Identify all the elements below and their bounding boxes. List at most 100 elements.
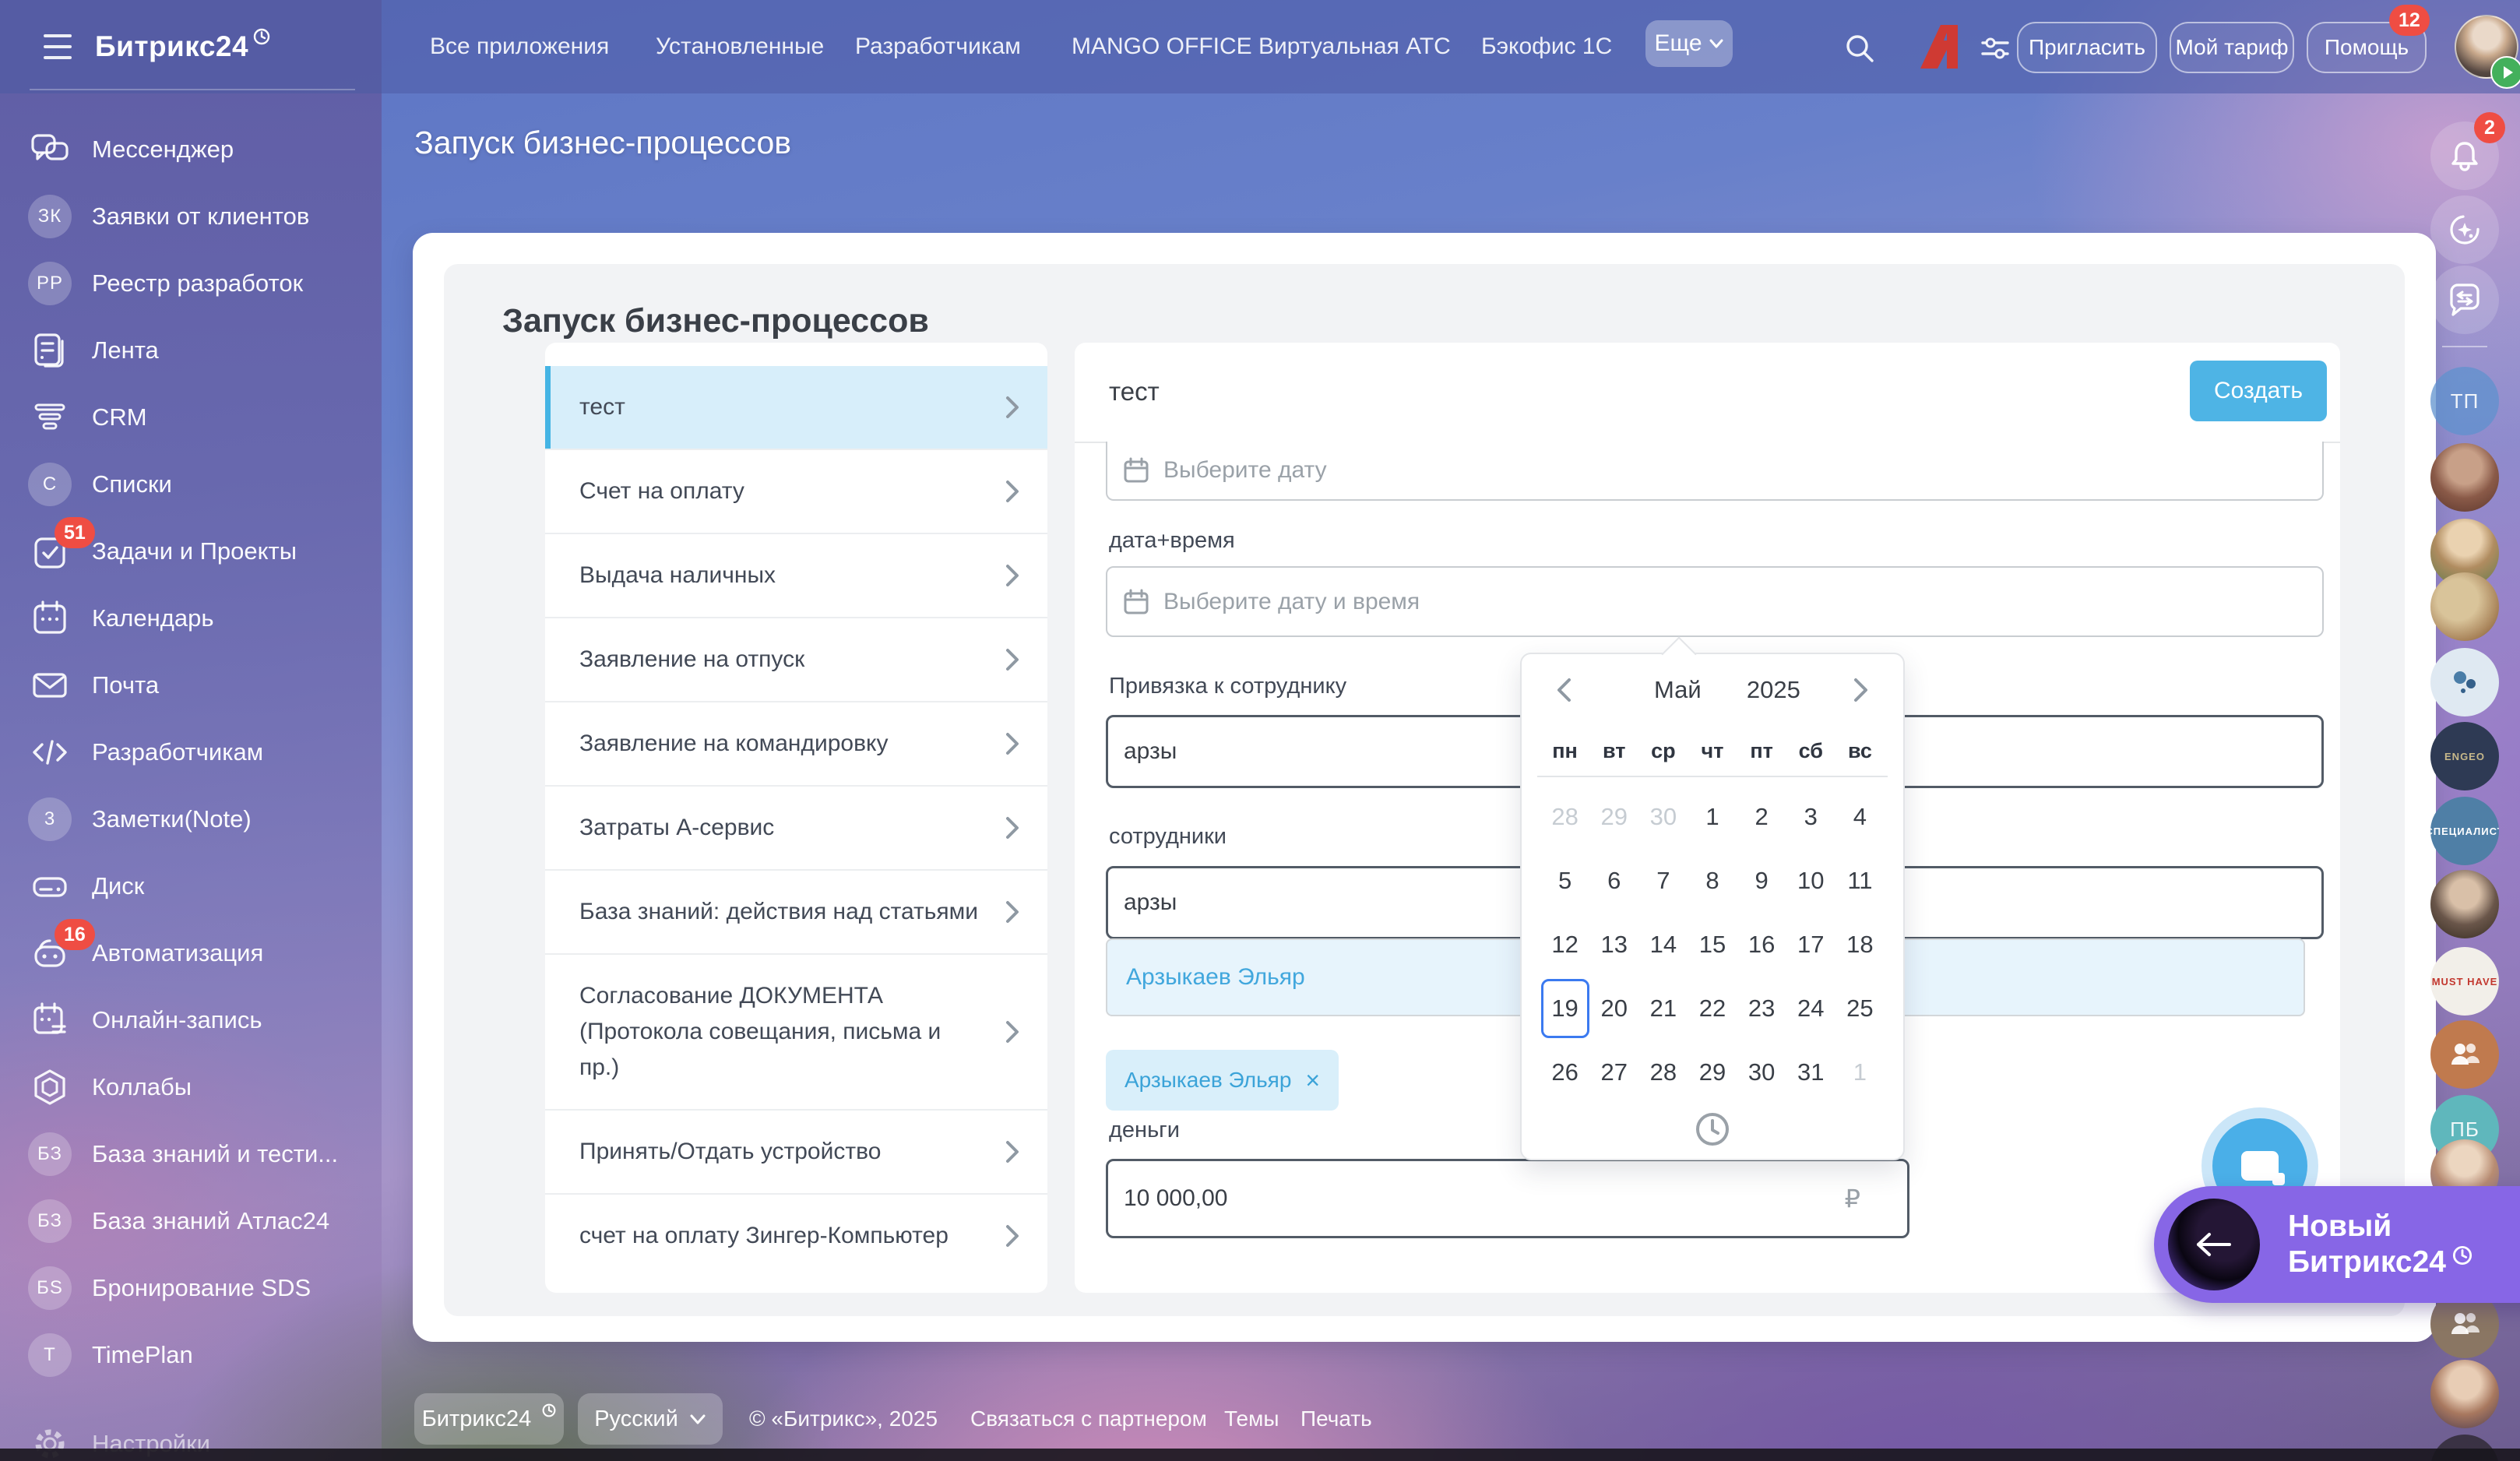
chat-avatar-person[interactable] — [2430, 1360, 2499, 1428]
copilot-button[interactable] — [2430, 195, 2499, 264]
market-a-logo[interactable] — [1909, 17, 1969, 76]
process-item-singer-invoice[interactable]: счет на оплату Зингер-Компьютер — [545, 1193, 1047, 1277]
day-cell[interactable]: 14 — [1638, 913, 1688, 977]
day-cell[interactable]: 3 — [1786, 785, 1835, 849]
bitrix24-logo[interactable]: Битрикс24 — [95, 0, 270, 93]
footer-brand-button[interactable]: Битрикс24 — [414, 1393, 564, 1445]
day-cell[interactable]: 20 — [1589, 977, 1638, 1040]
chat-avatar-person[interactable] — [2430, 443, 2499, 512]
calendar-year[interactable]: 2025 — [1702, 676, 1846, 704]
sidebar-item-kb-testing[interactable]: БЗ База знаний и тести... — [28, 1129, 371, 1179]
datetime-field[interactable]: Выберите дату и время — [1106, 566, 2324, 637]
create-button[interactable]: Создать — [2190, 361, 2327, 421]
day-cell[interactable]: 17 — [1786, 913, 1835, 977]
sidebar-item-lists[interactable]: С Списки — [28, 459, 371, 509]
day-cell[interactable]: 7 — [1638, 849, 1688, 913]
process-item-doc-approval[interactable]: Согласование ДОКУМЕНТА (Протокола совеща… — [545, 953, 1047, 1109]
day-cell[interactable]: 31 — [1786, 1040, 1835, 1104]
day-cell[interactable]: 26 — [1540, 1040, 1589, 1104]
tab-installed[interactable]: Установленные — [656, 0, 824, 93]
sidebar-item-kb-atlas24[interactable]: БЗ База знаний Атлас24 — [28, 1196, 371, 1246]
chat-avatar-molecule-logo[interactable] — [2430, 648, 2499, 716]
sidebar-item-notes[interactable]: 3 Заметки(Note) — [28, 794, 371, 844]
day-cell[interactable]: 30 — [1737, 1040, 1786, 1104]
tab-developers[interactable]: Разработчикам — [855, 0, 1021, 93]
day-cell-selected[interactable]: 19 — [1540, 977, 1589, 1040]
process-item-trip[interactable]: Заявление на командировку — [545, 701, 1047, 785]
menu-toggle-button[interactable] — [44, 34, 72, 59]
sidebar-item-calendar[interactable]: Календарь — [28, 593, 371, 643]
sidebar-item-client-requests[interactable]: ЗК Заявки от клиентов — [28, 192, 371, 241]
sidebar-item-tasks[interactable]: 51 Задачи и Проекты — [28, 526, 371, 576]
chat-avatar-tp[interactable]: ТП — [2430, 367, 2499, 435]
banner-back-button[interactable] — [2168, 1199, 2260, 1290]
chat-avatar-specialist-logo[interactable]: СПЕЦИАЛИСТ — [2430, 797, 2499, 865]
day-cell[interactable]: 30 — [1638, 785, 1688, 849]
process-item-aservice[interactable]: Затраты А-сервис — [545, 785, 1047, 869]
sidebar-item-feed[interactable]: Лента — [28, 326, 371, 375]
footer-partner-link[interactable]: Связаться с партнером — [970, 1406, 1207, 1431]
chat-avatar-person[interactable] — [2430, 870, 2499, 938]
day-cell[interactable]: 12 — [1540, 913, 1589, 977]
footer-print-link[interactable]: Печать — [1300, 1406, 1372, 1431]
day-cell[interactable]: 10 — [1786, 849, 1835, 913]
day-cell[interactable]: 29 — [1688, 1040, 1737, 1104]
date-field[interactable]: Выберите дату — [1106, 442, 2324, 501]
day-cell[interactable]: 13 — [1589, 913, 1638, 977]
process-item-test[interactable]: тест — [545, 366, 1047, 449]
tab-backoffice-1c[interactable]: Бэкофис 1С — [1481, 0, 1612, 93]
day-cell[interactable]: 2 — [1737, 785, 1786, 849]
time-picker-toggle[interactable] — [1694, 1111, 1731, 1148]
prev-month-button[interactable] — [1548, 674, 1579, 706]
chat-avatar-dogs[interactable] — [2430, 572, 2499, 641]
chat-avatar-group[interactable] — [2430, 1020, 2499, 1089]
day-cell[interactable]: 29 — [1589, 785, 1638, 849]
process-item-cash[interactable]: Выдача наличных — [545, 533, 1047, 617]
day-cell[interactable]: 11 — [1835, 849, 1885, 913]
sidebar-item-collabs[interactable]: Коллабы — [28, 1062, 371, 1112]
day-cell[interactable]: 25 — [1835, 977, 1885, 1040]
tag-remove-icon[interactable]: × — [1305, 1068, 1320, 1093]
day-cell[interactable]: 16 — [1737, 913, 1786, 977]
sidebar-item-messenger[interactable]: Мессенджер — [28, 125, 371, 174]
day-cell[interactable]: 5 — [1540, 849, 1589, 913]
notifications-bell-button[interactable]: 2 — [2430, 121, 2499, 190]
sidebar-item-sds-booking[interactable]: БS Бронирование SDS — [28, 1263, 371, 1313]
chat-avatar-engeo-logo[interactable]: ENGEO — [2430, 722, 2499, 790]
language-selector[interactable]: Русский — [578, 1393, 723, 1445]
sidebar-item-timeplan[interactable]: Т TimePlan — [28, 1330, 371, 1380]
day-cell[interactable]: 28 — [1540, 785, 1589, 849]
day-cell[interactable]: 23 — [1737, 977, 1786, 1040]
day-cell[interactable]: 24 — [1786, 977, 1835, 1040]
sidebar-item-developers[interactable]: Разработчикам — [28, 727, 371, 777]
day-cell[interactable]: 1 — [1835, 1040, 1885, 1104]
tab-mango-office[interactable]: MANGO OFFICE Виртуальная АТС — [1072, 0, 1451, 93]
tab-all-apps[interactable]: Все приложения — [430, 0, 609, 93]
process-item-invoice[interactable]: Счет на оплату — [545, 449, 1047, 533]
employee-tag[interactable]: Арзыкаев Эльяр × — [1106, 1050, 1339, 1111]
sidebar-item-crm[interactable]: CRM — [28, 393, 371, 442]
process-item-vacation[interactable]: Заявление на отпуск — [545, 617, 1047, 701]
process-item-device[interactable]: Принять/Отдать устройство — [545, 1109, 1047, 1193]
new-bitrix24-banner[interactable]: Новый Битрикс24 — [2154, 1186, 2520, 1303]
sidebar-item-mail[interactable]: Почта — [28, 660, 371, 710]
settings-sliders-icon[interactable] — [1978, 31, 2012, 65]
sidebar-item-disk[interactable]: Диск — [28, 861, 371, 911]
money-input[interactable]: 10 000,00 ₽ — [1106, 1159, 1909, 1238]
process-item-kb-articles[interactable]: База знаний: действия над статьями — [545, 869, 1047, 953]
footer-themes-link[interactable]: Темы — [1224, 1406, 1279, 1431]
chat-avatar-musthave-logo[interactable]: MUST HAVE — [2430, 947, 2499, 1016]
chat-transfer-button[interactable] — [2430, 266, 2499, 334]
day-cell[interactable]: 1 — [1688, 785, 1737, 849]
day-cell[interactable]: 4 — [1835, 785, 1885, 849]
day-cell[interactable]: 15 — [1688, 913, 1737, 977]
search-icon[interactable] — [1842, 31, 1877, 65]
calendar-month[interactable]: Май — [1654, 676, 1702, 704]
day-cell[interactable]: 8 — [1688, 849, 1737, 913]
sidebar-item-online-booking[interactable]: Онлайн-запись — [28, 995, 371, 1045]
day-cell[interactable]: 21 — [1638, 977, 1688, 1040]
more-menu-button[interactable]: Еще — [1645, 20, 1733, 67]
status-play-badge[interactable] — [2490, 56, 2520, 89]
day-cell[interactable]: 18 — [1835, 913, 1885, 977]
my-tariff-button[interactable]: Мой тариф — [2170, 22, 2294, 73]
